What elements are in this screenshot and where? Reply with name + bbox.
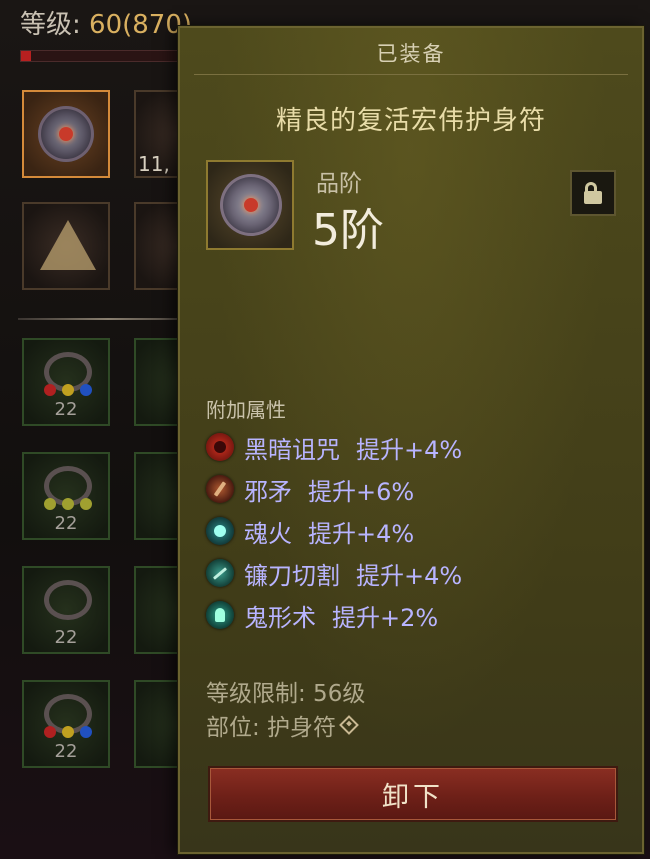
- ring-slot[interactable]: 22: [22, 566, 110, 654]
- level-requirement: 等级限制: 56级: [206, 681, 366, 707]
- header-divider: [194, 74, 628, 75]
- unlock-icon: [582, 182, 604, 204]
- item-icon-frame: [206, 160, 294, 250]
- xp-bar: [20, 50, 192, 62]
- level-prefix: 等级:: [20, 10, 90, 40]
- item-name: 精良的复活宏伟护身符: [275, 106, 546, 136]
- attribute-value: 提升+4%: [356, 435, 463, 464]
- amulet-slot-icon: [339, 715, 359, 735]
- attribute-value: 提升+4%: [356, 561, 463, 590]
- attribute-name: 鬼形术: [244, 603, 316, 632]
- attribute-row: 黑暗诅咒 提升+4%: [206, 426, 462, 468]
- attribute-name: 黑暗诅咒: [244, 435, 340, 464]
- attribute-row: 鬼形术 提升+2%: [206, 594, 462, 636]
- grade-label: 品阶: [316, 171, 362, 197]
- attribute-name: 魂火: [244, 519, 292, 548]
- lock-toggle-button[interactable]: [570, 170, 616, 216]
- slot-number: 22: [54, 741, 78, 762]
- ring-slot[interactable]: 22: [22, 680, 110, 768]
- attribute-value: 提升+4%: [308, 519, 415, 548]
- grade-value: 5阶: [312, 205, 384, 256]
- attribute-row: 镰刀切割 提升+4%: [206, 552, 462, 594]
- triangle-rune-icon: [40, 220, 96, 270]
- rune-slot[interactable]: [22, 202, 110, 290]
- slot-number: 22: [54, 399, 78, 420]
- amulet-gem-icon: [38, 106, 94, 162]
- slot-type-label: 部位: 护身符: [206, 715, 337, 741]
- evil-spear-icon: [206, 475, 234, 503]
- amulet-icon: [220, 174, 282, 236]
- xp-bar-fill: [21, 51, 32, 61]
- attribute-name: 镰刀切割: [244, 561, 340, 590]
- character-level: 等级: 60(870): [20, 4, 192, 41]
- slot-number: 22: [54, 513, 78, 534]
- attribute-value: 提升+6%: [308, 477, 415, 506]
- attribute-value: 提升+2%: [332, 603, 439, 632]
- attribute-row: 邪矛 提升+6%: [206, 468, 462, 510]
- attribute-name: 邪矛: [244, 477, 292, 506]
- soul-fire-icon: [206, 517, 234, 545]
- equipped-header: 已装备: [376, 42, 446, 66]
- slot-number: 22: [54, 627, 78, 648]
- level-value: 60(870): [89, 10, 193, 40]
- ring-slot[interactable]: 22: [22, 338, 110, 426]
- ring-slot[interactable]: 22: [22, 452, 110, 540]
- divider: [18, 318, 198, 320]
- item-count: 11,: [138, 152, 170, 176]
- item-tooltip: 已装备 精良的复活宏伟护身符 品阶 5阶 附加属性 黑暗诅咒 提升+4% 邪矛 …: [178, 26, 644, 854]
- slot-type: 部位: 护身符: [206, 708, 359, 742]
- amulet-slot[interactable]: [22, 90, 110, 178]
- dark-curse-icon: [206, 433, 234, 461]
- ghost-form-icon: [206, 601, 234, 629]
- attributes-title: 附加属性: [206, 398, 286, 422]
- attributes-list: 黑暗诅咒 提升+4% 邪矛 提升+6% 魂火 提升+4% 镰刀切割 提升+4% …: [206, 426, 462, 636]
- attribute-row: 魂火 提升+4%: [206, 510, 462, 552]
- scythe-cut-icon: [206, 559, 234, 587]
- unequip-button[interactable]: 卸下: [208, 766, 618, 822]
- ring-icon: [44, 580, 92, 620]
